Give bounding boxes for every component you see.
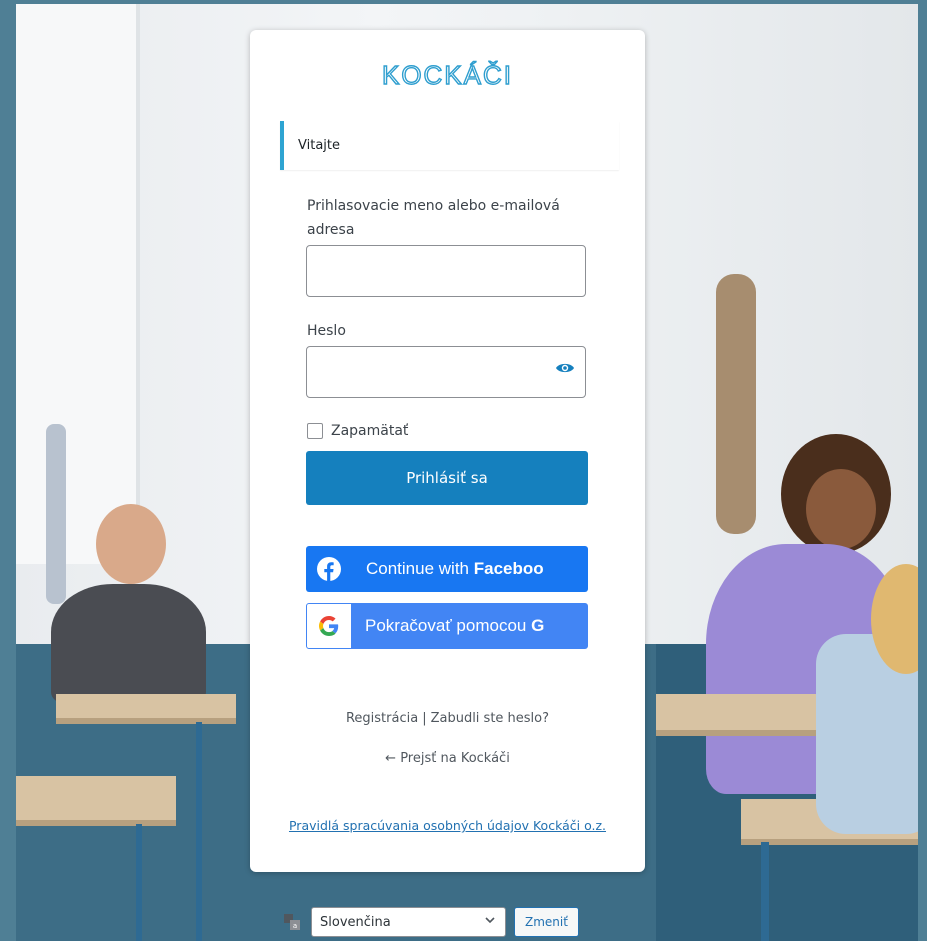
chevron-down-icon: [485, 917, 495, 924]
facebook-icon: [306, 546, 352, 592]
link-separator: |: [422, 711, 427, 726]
translation-icon: a: [284, 914, 300, 930]
language-switcher: a Slovenčina Zmeniť: [283, 907, 579, 937]
facebook-login-button[interactable]: Continue with Faceboo: [306, 546, 588, 592]
google-icon: [307, 604, 351, 648]
register-link[interactable]: Registrácia: [346, 711, 418, 726]
login-card: KOCKÁČI Vitajte Prihlasovacie meno alebo…: [250, 30, 645, 872]
language-select[interactable]: Slovenčina: [311, 907, 506, 937]
facebook-button-bold: Faceboo: [473, 559, 544, 578]
remember-checkbox[interactable]: [307, 423, 323, 439]
username-label: Prihlasovacie meno alebo e-mailová adres…: [307, 198, 560, 238]
google-login-button[interactable]: Pokračovať pomocou G: [306, 603, 588, 649]
facebook-button-prefix: Continue with: [366, 559, 474, 578]
back-to-site-link[interactable]: ← Prejsť na Kockáči: [250, 751, 645, 766]
svg-text:a: a: [293, 922, 297, 930]
language-selected: Slovenčina: [320, 914, 391, 930]
password-label: Heslo: [307, 323, 346, 339]
google-button-prefix: Pokračovať pomocou: [365, 616, 532, 635]
google-button-bold: G: [531, 616, 545, 635]
change-language-button[interactable]: Zmeniť: [514, 907, 579, 937]
show-password-eye-icon[interactable]: [555, 361, 575, 375]
site-logo[interactable]: KOCKÁČI: [250, 59, 645, 91]
welcome-text: Vitajte: [298, 138, 340, 153]
username-input[interactable]: [306, 245, 586, 297]
lost-password-link[interactable]: Zabudli ste heslo?: [431, 711, 549, 726]
login-button[interactable]: Prihlásiť sa: [306, 451, 588, 505]
welcome-message: Vitajte: [280, 121, 619, 170]
password-input[interactable]: [306, 346, 586, 398]
remember-me[interactable]: Zapamätať: [307, 423, 408, 439]
privacy-policy-link[interactable]: Pravidlá spracúvania osobných údajov Koc…: [250, 818, 645, 833]
remember-label: Zapamätať: [331, 423, 409, 439]
account-links: Registrácia | Zabudli ste heslo?: [250, 711, 645, 726]
